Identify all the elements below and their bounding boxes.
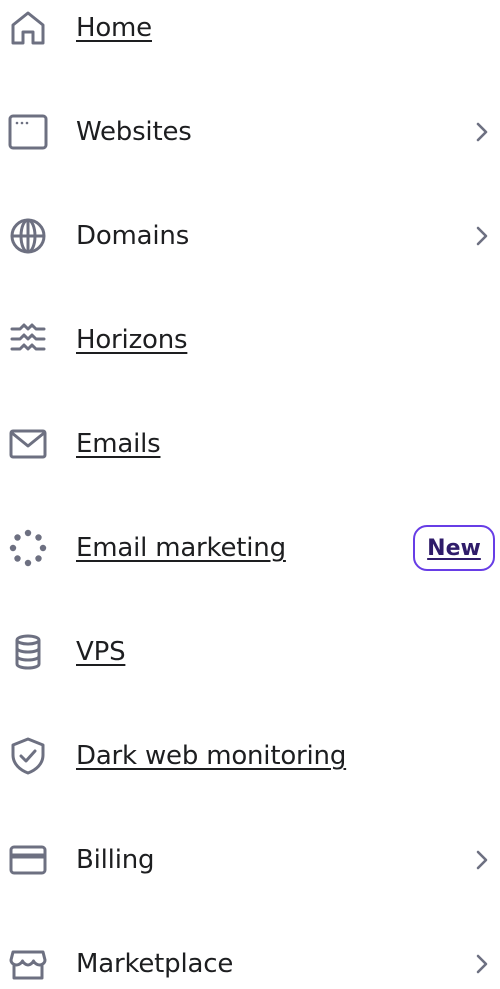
menu-item-email-marketing[interactable]: Email marketing New: [0, 518, 500, 578]
menu-item-label[interactable]: Horizons: [76, 325, 188, 355]
menu-item-label[interactable]: Home: [76, 13, 152, 43]
browser-window-icon: [8, 112, 48, 152]
new-badge[interactable]: New: [413, 525, 495, 571]
menu-item-home[interactable]: Home: [0, 0, 500, 58]
sidebar-menu: Home Websites Domains Horizons Emails Em…: [0, 0, 500, 989]
menu-item-label[interactable]: VPS: [76, 637, 126, 667]
email-marketing-spinner-icon: [8, 528, 48, 568]
menu-item-domains[interactable]: Domains: [0, 206, 500, 266]
globe-icon: [8, 216, 48, 256]
horizons-waves-icon: [8, 320, 48, 360]
menu-item-label: Websites: [76, 117, 192, 147]
menu-item-label[interactable]: Dark web monitoring: [76, 741, 346, 771]
envelope-icon: [8, 424, 48, 464]
menu-item-vps[interactable]: VPS: [0, 622, 500, 682]
menu-item-dark-web-monitoring[interactable]: Dark web monitoring: [0, 726, 500, 786]
database-icon: [8, 632, 48, 672]
shield-check-icon: [8, 736, 48, 776]
chevron-right-icon: [472, 848, 492, 872]
menu-item-label: Domains: [76, 221, 190, 251]
chevron-right-icon: [472, 120, 492, 144]
menu-item-emails[interactable]: Emails: [0, 414, 500, 474]
credit-card-icon: [8, 840, 48, 880]
menu-item-websites[interactable]: Websites: [0, 102, 500, 162]
menu-item-label[interactable]: Emails: [76, 429, 161, 459]
chevron-right-icon: [472, 952, 492, 976]
menu-item-label: Marketplace: [76, 949, 234, 979]
menu-item-horizons[interactable]: Horizons: [0, 310, 500, 370]
chevron-right-icon: [472, 224, 492, 248]
home-icon: [8, 8, 48, 48]
menu-item-label: Billing: [76, 845, 155, 875]
menu-item-billing[interactable]: Billing: [0, 830, 500, 890]
menu-item-marketplace[interactable]: Marketplace: [0, 934, 500, 989]
menu-item-label[interactable]: Email marketing: [76, 533, 286, 563]
storefront-icon: [8, 944, 48, 984]
